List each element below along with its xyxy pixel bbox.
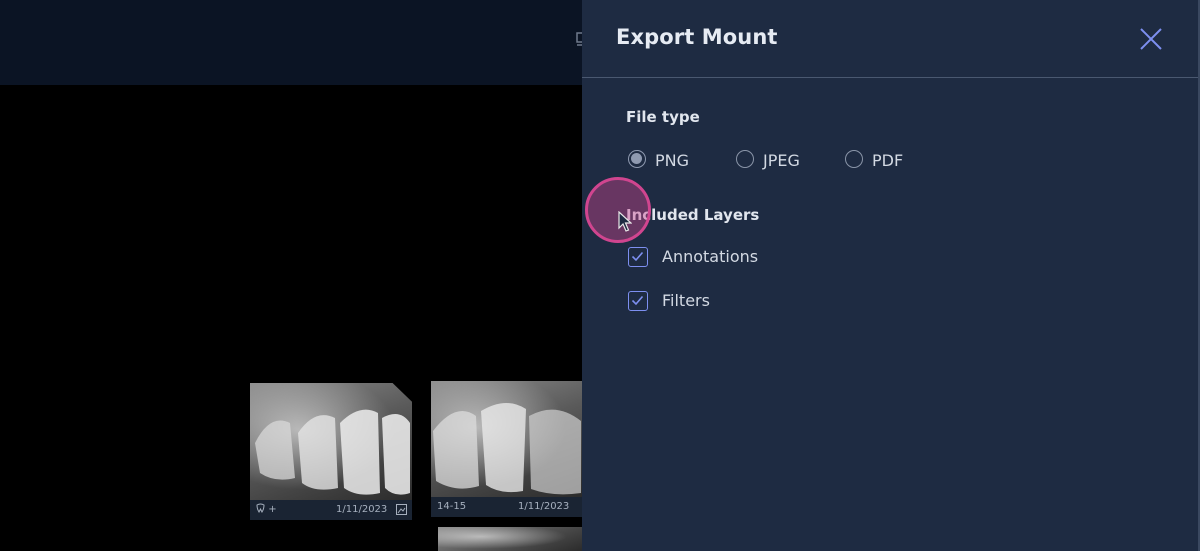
click-highlight (585, 177, 651, 243)
xray-thumbnail[interactable] (438, 527, 582, 551)
thumbnail-caption: + 1/11/2023 (250, 500, 412, 520)
radio-icon[interactable] (736, 150, 754, 168)
capture-date: 1/11/2023 (336, 504, 388, 515)
radio-label: PDF (872, 151, 904, 170)
radio-label: JPEG (763, 151, 800, 170)
radio-icon[interactable] (845, 150, 863, 168)
checkbox-icon[interactable] (628, 247, 648, 267)
capture-date: 1/11/2023 (518, 501, 570, 512)
thumbnail-caption: 14-15 1/11/2023 (431, 497, 582, 517)
radio-label: PNG (655, 151, 690, 170)
tooth-label: + (256, 500, 277, 520)
close-icon[interactable] (1137, 25, 1165, 53)
radio-icon[interactable] (628, 150, 646, 168)
panel-header: Export Mount (582, 0, 1198, 78)
image-icon (396, 504, 407, 515)
checkbox-icon[interactable] (628, 291, 648, 311)
checkbox-label: Annotations (662, 247, 759, 266)
mouse-cursor-icon (618, 211, 632, 232)
xray-thumbnail[interactable] (431, 381, 582, 497)
tooth-number: + (268, 504, 277, 515)
checkbox-label: Filters (662, 291, 710, 310)
export-mount-panel: Export Mount File type PNG JPEG PDF Incl… (582, 0, 1200, 551)
tooth-icon (256, 503, 265, 513)
panel-title: Export Mount (616, 25, 778, 49)
tooth-number: 14-15 (437, 501, 467, 512)
xray-thumbnail[interactable] (250, 383, 412, 500)
file-type-heading: File type (626, 108, 700, 126)
